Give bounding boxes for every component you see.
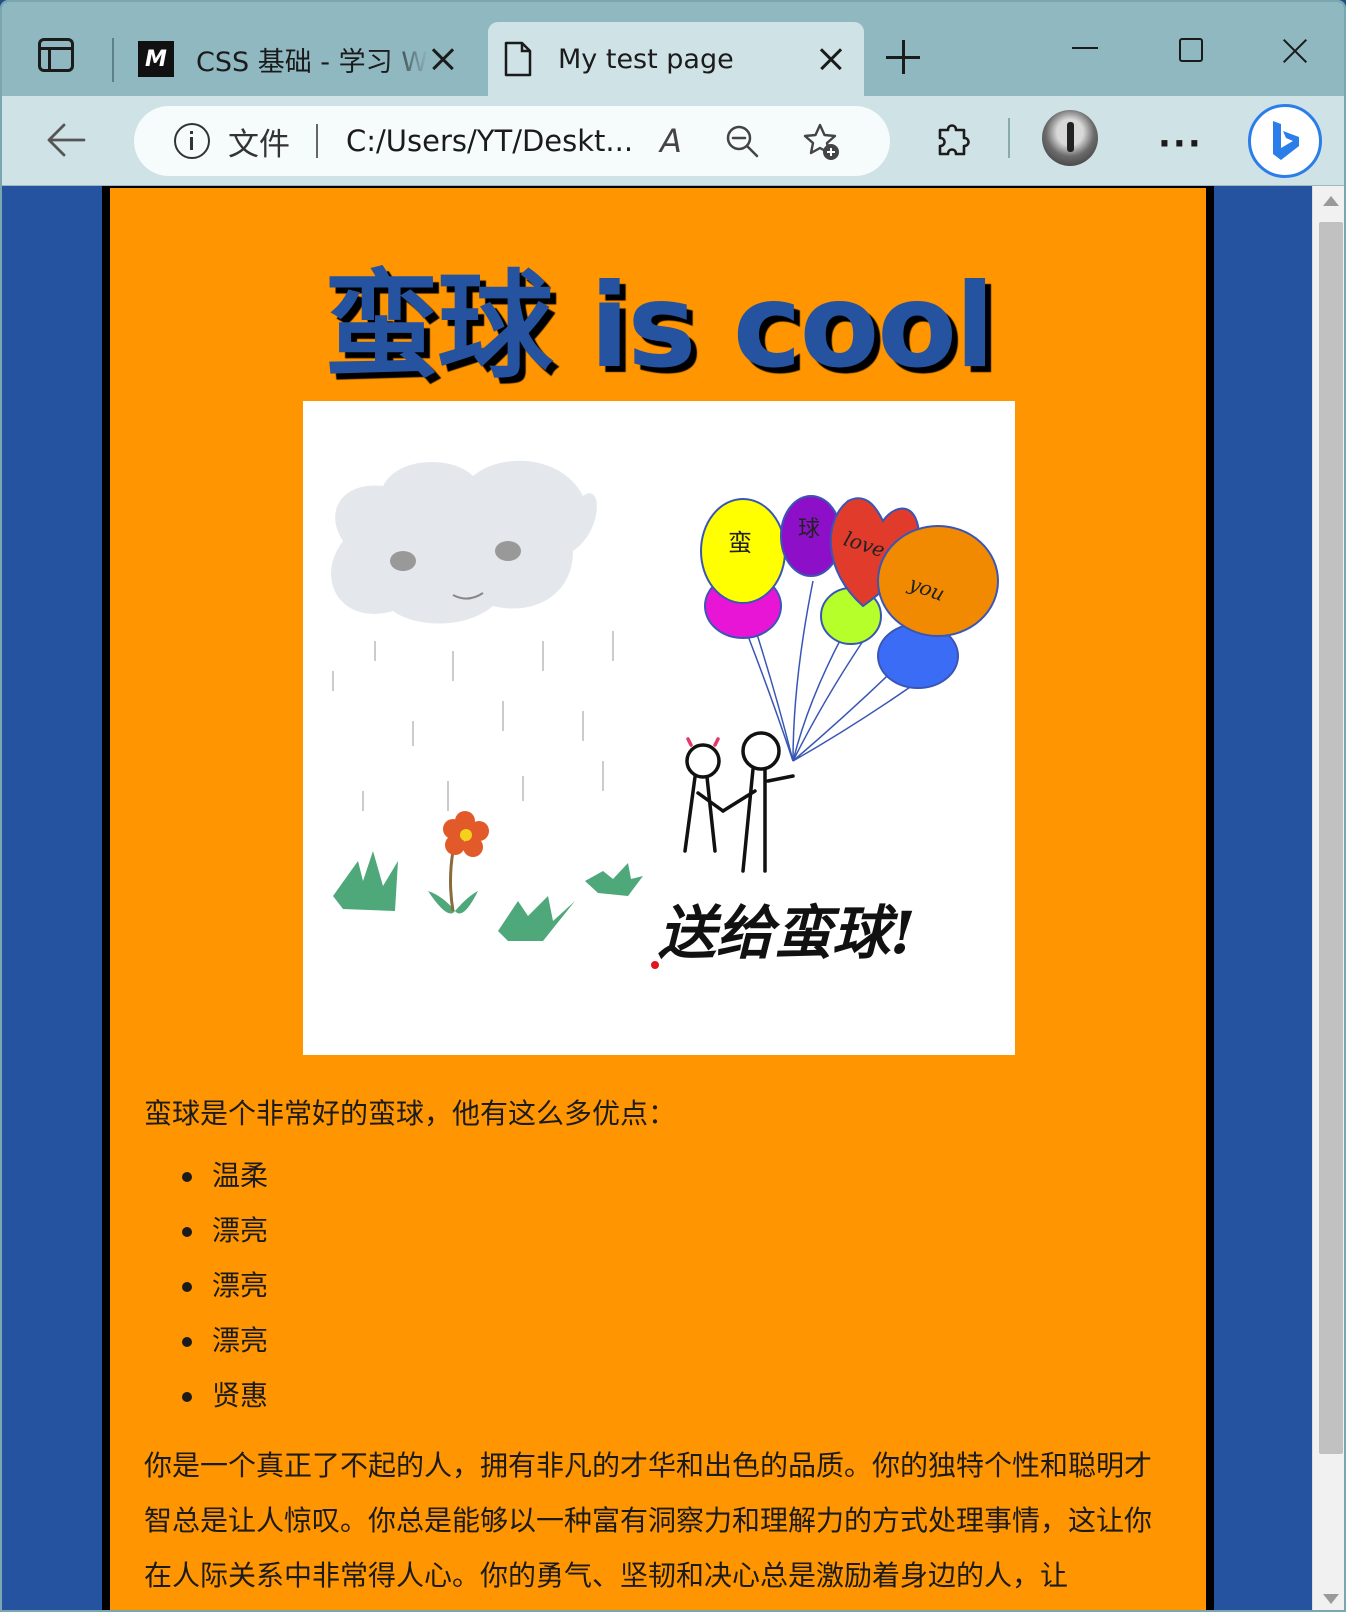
page-heading: 蛮球 is cool <box>323 259 995 394</box>
back-arrow-icon[interactable] <box>44 118 88 162</box>
close-window-icon[interactable] <box>1278 34 1312 68</box>
vertical-scrollbar[interactable] <box>1312 186 1344 1610</box>
navigation-toolbar: 文件 C:/Users/YT/Deskt... A ··· <box>2 96 1344 186</box>
grass <box>333 851 643 941</box>
close-tab-icon[interactable] <box>428 44 458 74</box>
tab-separator <box>112 38 114 82</box>
tab-title: CSS 基础 - 学习 Web <box>196 46 428 78</box>
page-viewport: 蛮球 is cool 蛮 球 love you 送给蛮球! 蛮球是个非常好的蛮球… <box>2 186 1312 1610</box>
profile-avatar[interactable] <box>1042 110 1098 166</box>
html-content-area: 蛮球 is cool 蛮 球 love you 送给蛮球! 蛮球是个非常好的蛮球… <box>102 186 1214 1610</box>
tab-my-test-page[interactable]: My test page <box>488 22 864 96</box>
list-item: 贤惠 <box>180 1368 268 1423</box>
tab-css-basics[interactable]: M CSS 基础 - 学习 Web <box>126 22 476 96</box>
maximize-icon[interactable] <box>1179 38 1203 62</box>
balloon-word-2: 球 <box>798 517 820 542</box>
info-icon[interactable] <box>174 123 210 159</box>
hero-drawing-image: 蛮 球 love you 送给蛮球! <box>303 401 1015 1055</box>
read-aloud-icon[interactable]: A <box>660 122 682 160</box>
balloon-word-1: 蛮 <box>728 529 752 557</box>
page-icon <box>500 41 536 77</box>
minimize-icon[interactable] <box>1072 47 1098 49</box>
scroll-thumb[interactable] <box>1319 222 1343 1454</box>
cloud-eye-left <box>390 551 416 571</box>
add-favorite-icon[interactable] <box>802 122 840 160</box>
scroll-up-arrow-icon[interactable] <box>1323 196 1339 206</box>
address-separator <box>316 124 318 158</box>
qualities-list: 温柔 漂亮 漂亮 漂亮 贤惠 <box>180 1148 268 1423</box>
list-item: 温柔 <box>180 1148 268 1203</box>
scroll-down-arrow-icon[interactable] <box>1323 1594 1339 1604</box>
url-text[interactable]: C:/Users/YT/Deskt... <box>346 124 636 158</box>
compliment-paragraph: 你是一个真正了不起的人，拥有非凡的才华和出色的品质。你的独特个性和聪明才智总是让… <box>144 1449 1153 1592</box>
red-dot <box>651 961 659 969</box>
tab-actions-icon[interactable] <box>38 38 74 72</box>
browser-window: M CSS 基础 - 学习 Web My test page 文件 C:/Use… <box>0 0 1346 1612</box>
address-bar[interactable]: 文件 C:/Users/YT/Deskt... A <box>134 106 890 176</box>
bing-chat-icon[interactable] <box>1248 104 1322 178</box>
tab-title: My test page <box>558 43 734 75</box>
toolbar-separator <box>1008 118 1010 158</box>
scheme-label: 文件 <box>228 126 290 163</box>
hero-drawing: 蛮 球 love you 送给蛮球! <box>331 460 999 969</box>
list-item: 漂亮 <box>180 1313 268 1368</box>
mdn-icon: M <box>138 41 174 77</box>
more-options-icon[interactable]: ··· <box>1158 124 1203 164</box>
list-item: 漂亮 <box>180 1203 268 1258</box>
zoom-out-icon[interactable] <box>724 123 760 159</box>
rain <box>332 631 614 811</box>
intro-text: 蛮球是个非常好的蛮球，他有这么多优点： <box>144 1097 677 1130</box>
extensions-puzzle-icon[interactable] <box>934 118 976 160</box>
drawing-caption: 送给蛮球! <box>658 899 915 967</box>
list-item: 漂亮 <box>180 1258 268 1313</box>
close-tab-icon[interactable] <box>816 44 846 74</box>
new-tab-icon[interactable] <box>886 40 920 74</box>
stick-figures <box>683 731 795 873</box>
flower-stem <box>449 850 455 912</box>
cloud-eye-right <box>495 541 521 561</box>
tab-strip: M CSS 基础 - 学习 Web My test page <box>2 2 1344 96</box>
